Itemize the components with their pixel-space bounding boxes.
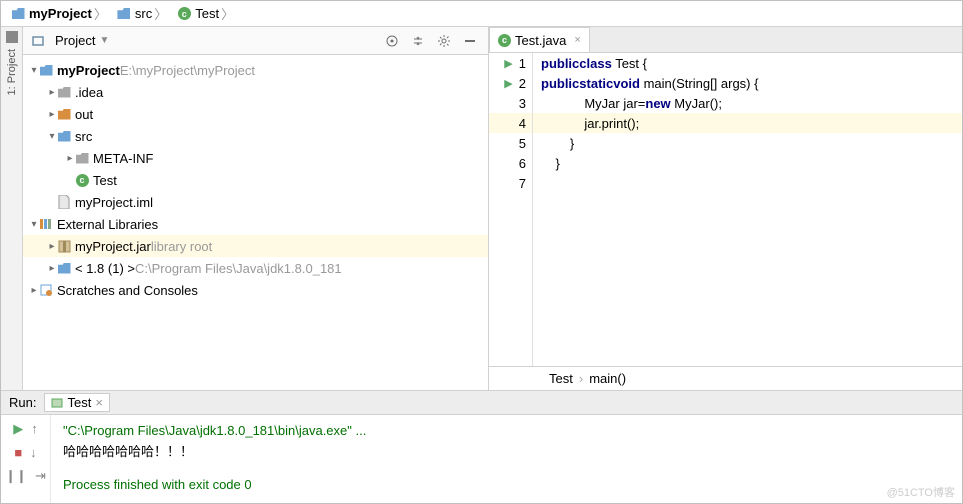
project-panel: Project▼ ▾myProject E:\myProject\myProje…	[23, 27, 489, 390]
editor-gutter[interactable]: ▶1▶234567	[489, 53, 533, 366]
run-toolbar: ▶ ↑ ■ ↓ ❙❙ ⇥	[1, 415, 51, 503]
tree-row[interactable]: ▾External Libraries	[23, 213, 488, 235]
tree-row[interactable]: myProject.iml	[23, 191, 488, 213]
run-config-tab[interactable]: Test ×	[44, 393, 109, 412]
stop-icon[interactable]: ■	[14, 445, 22, 460]
project-toolwindow-label[interactable]: 1: Project	[4, 47, 20, 97]
editor-tab-label: Test.java	[515, 33, 566, 48]
gutter-line[interactable]: ▶2	[489, 73, 532, 93]
watermark-text: @51CTO博客	[887, 484, 955, 500]
code-line[interactable]: public class Test {	[533, 53, 962, 73]
code-line[interactable]: jar.print();	[533, 113, 962, 133]
gutter-line[interactable]: 6	[489, 153, 532, 173]
navigation-breadcrumb: myProject〉src〉cTest〉	[1, 1, 962, 27]
hide-panel-icon[interactable]	[460, 34, 480, 48]
code-line[interactable]: public static void main(String[] args) {	[533, 73, 962, 93]
console-line: 哈哈哈哈哈哈哈！！！	[63, 441, 950, 459]
gutter-line[interactable]: 7	[489, 173, 532, 193]
down-stack-icon[interactable]: ↓	[30, 445, 37, 460]
editor-panel: c Test.java × ▶1▶234567 public class Tes…	[489, 27, 962, 390]
project-toolwindow-icon[interactable]	[6, 31, 18, 43]
gutter-line[interactable]: 3	[489, 93, 532, 113]
code-line[interactable]: MyJar jar=new MyJar();	[533, 93, 962, 113]
editor-tab[interactable]: c Test.java ×	[489, 27, 590, 52]
soft-wrap-icon[interactable]: ⇥	[35, 468, 46, 484]
run-panel-title: Run:	[9, 395, 36, 410]
project-panel-title[interactable]: Project▼	[55, 33, 109, 48]
tree-row[interactable]: ▸Scratches and Consoles	[23, 279, 488, 301]
editor-code-area[interactable]: public class Test { public static void m…	[533, 53, 962, 366]
console-line: "C:\Program Files\Java\jdk1.8.0_181\bin\…	[63, 423, 950, 441]
left-toolwindow-bar[interactable]: 1: Project	[1, 27, 23, 390]
run-config-icon	[51, 397, 63, 409]
gutter-line[interactable]: 5	[489, 133, 532, 153]
tree-row[interactable]: ▾src	[23, 125, 488, 147]
gutter-line[interactable]: 4	[489, 113, 532, 133]
pause-icon[interactable]: ❙❙	[5, 468, 27, 484]
run-output[interactable]: "C:\Program Files\Java\jdk1.8.0_181\bin\…	[51, 415, 962, 503]
java-class-icon: c	[498, 34, 511, 47]
rerun-icon[interactable]: ▶	[13, 421, 23, 437]
breadcrumb-item[interactable]: cTest〉	[173, 4, 240, 24]
gutter-line[interactable]: ▶1	[489, 53, 532, 73]
console-line	[63, 459, 950, 477]
run-panel-header: Run: Test ×	[1, 391, 962, 415]
tree-row[interactable]: ▸out	[23, 103, 488, 125]
tree-row[interactable]: cTest	[23, 169, 488, 191]
code-line[interactable]	[533, 173, 962, 193]
console-line: Process finished with exit code 0	[63, 477, 950, 495]
code-line[interactable]: }	[533, 133, 962, 153]
up-stack-icon[interactable]: ↑	[31, 421, 38, 437]
tree-row[interactable]: ▸.idea	[23, 81, 488, 103]
tree-row[interactable]: ▸myProject.jar library root	[23, 235, 488, 257]
project-scope-icon	[31, 34, 45, 48]
editor-tabs: c Test.java ×	[489, 27, 962, 53]
locate-icon[interactable]	[382, 34, 402, 48]
tree-row[interactable]: ▾myProject E:\myProject\myProject	[23, 59, 488, 81]
project-panel-header: Project▼	[23, 27, 488, 55]
breadcrumb-item[interactable]: myProject〉	[7, 4, 113, 24]
close-tab-icon[interactable]: ×	[574, 34, 580, 46]
breadcrumb-item[interactable]: src〉	[113, 4, 173, 24]
code-line[interactable]: }	[533, 153, 962, 173]
tree-row[interactable]: ▸< 1.8 (1) > C:\Program Files\Java\jdk1.…	[23, 257, 488, 279]
project-tree[interactable]: ▾myProject E:\myProject\myProject▸.idea▸…	[23, 55, 488, 390]
tree-row[interactable]: ▸META-INF	[23, 147, 488, 169]
collapse-all-icon[interactable]	[408, 34, 428, 48]
settings-gear-icon[interactable]	[434, 34, 454, 48]
run-panel: Run: Test × ▶ ↑ ■ ↓ ❙❙ ⇥ "C:\Program Fil…	[1, 390, 962, 503]
close-run-tab-icon[interactable]: ×	[95, 395, 103, 410]
editor-body[interactable]: ▶1▶234567 public class Test { public sta…	[489, 53, 962, 366]
editor-breadcrumb[interactable]: Test›main()	[489, 366, 962, 390]
